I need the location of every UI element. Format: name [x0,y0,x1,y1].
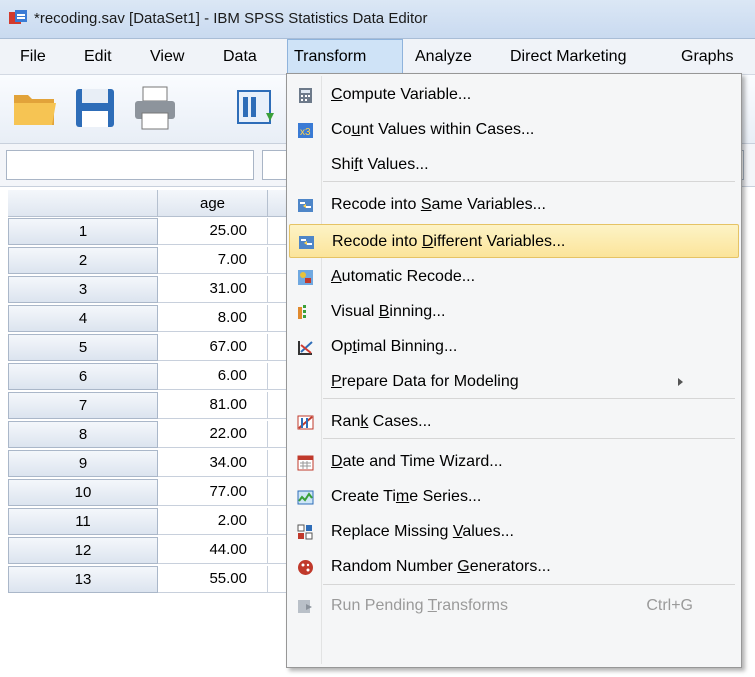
menu-data[interactable]: Data [217,39,263,74]
cell-age[interactable]: 67.00 [158,334,268,361]
window-title: *recoding.sav [DataSet1] - IBM SPSS Stat… [34,10,428,27]
menu-item-optimal-binning[interactable]: Optimal Binning... [289,330,739,364]
menu-item-label: Create Time Series... [331,488,482,505]
menu-item-rank-cases[interactable]: Rank Cases... [289,405,739,439]
cell-age[interactable]: 6.00 [158,363,268,390]
title-bar: *recoding.sav [DataSet1] - IBM SPSS Stat… [0,0,755,39]
row-header[interactable]: 3 [8,276,158,303]
shortcut-label: Ctrl+G [646,597,693,614]
row-header[interactable]: 12 [8,537,158,564]
print-icon[interactable] [130,83,180,133]
spss-app-icon [9,10,27,24]
cell-age[interactable]: 22.00 [158,421,268,448]
cell-age[interactable]: 8.00 [158,305,268,332]
replace-missing-icon [297,524,313,540]
menu-item-label: Date and Time Wizard... [331,453,503,470]
row-header[interactable]: 6 [8,363,158,390]
menu-item-label: Compute Variable... [331,86,472,103]
row-header[interactable]: 5 [8,334,158,361]
cell-age[interactable]: 55.00 [158,566,268,593]
row-header[interactable]: 2 [8,247,158,274]
menu-file[interactable]: File [14,39,52,74]
menu-item-shift-values[interactable]: Shift Values... [289,148,739,182]
count-icon: x3 [298,123,313,138]
menu-item-recode-different[interactable]: Recode into Different Variables... [289,224,739,258]
submenu-arrow-icon [678,378,683,386]
menu-item-label: Run Pending Transforms [331,597,508,614]
cell-age[interactable]: 81.00 [158,392,268,419]
menu-graphs[interactable]: Graphs [675,39,739,74]
menu-edit[interactable]: Edit [78,39,118,74]
menu-item-label: Automatic Recode... [331,268,476,285]
menu-item-replace-missing-values[interactable]: Replace Missing Values... [289,515,739,549]
menu-item-create-time-series[interactable]: Create Time Series... [289,480,739,514]
menu-item-label: Shift Values... [331,156,429,173]
row-header[interactable]: 10 [8,479,158,506]
rank-icon [297,415,314,430]
row-header-corner[interactable] [8,190,158,217]
menu-bar: File Edit View Data Transform Analyze Di… [0,39,755,75]
menu-transform[interactable]: Transform [287,39,403,74]
row-header[interactable]: 11 [8,508,158,535]
cell-age[interactable]: 7.00 [158,247,268,274]
cell-age[interactable]: 34.00 [158,450,268,477]
menu-view[interactable]: View [144,39,190,74]
menu-item-visual-binning[interactable]: Visual Binning... [289,295,739,329]
menu-item-label: Rank Cases... [331,413,432,430]
menu-item-label: Visual Binning... [331,303,446,320]
menu-separator [323,584,735,585]
cell-age[interactable]: 77.00 [158,479,268,506]
menu-item-label: Count Values within Cases... [331,121,535,138]
run-pending-icon [298,600,312,613]
cell-age[interactable]: 25.00 [158,218,268,245]
menu-item-label: Prepare Data for Modeling [331,373,519,390]
cell-reference-field[interactable] [6,150,254,180]
cell-age[interactable]: 44.00 [158,537,268,564]
row-header[interactable]: 9 [8,450,158,477]
dialog-recall-icon[interactable] [232,83,282,133]
menu-item-count-values[interactable]: x3 Count Values within Cases... [289,113,739,147]
menu-item-prepare-data-modeling[interactable]: Prepare Data for Modeling [289,365,739,399]
calculator-icon [299,88,312,103]
cell-age[interactable]: 2.00 [158,508,268,535]
menu-item-compute-variable[interactable]: Compute Variable... [289,78,739,112]
menu-item-label: Random Number Generators... [331,558,551,575]
time-series-icon [297,490,314,505]
row-header[interactable]: 4 [8,305,158,332]
row-header[interactable]: 1 [8,218,158,245]
automatic-recode-icon [298,270,313,285]
menu-direct-marketing[interactable]: Direct Marketing [504,39,632,74]
recode-icon [299,236,314,249]
recode-icon [298,199,313,212]
svg-text:x3: x3 [300,127,311,138]
row-header[interactable]: 7 [8,392,158,419]
row-header[interactable]: 8 [8,421,158,448]
optimal-binning-icon [298,341,313,355]
calendar-icon [297,455,314,471]
menu-analyze[interactable]: Analyze [409,39,478,74]
menu-item-run-pending-transforms[interactable]: Run Pending Transforms Ctrl+G [289,589,739,623]
menu-item-date-time-wizard[interactable]: Date and Time Wizard... [289,445,739,479]
column-header-age[interactable]: age [158,190,268,217]
menu-item-label: Optimal Binning... [331,338,458,355]
visual-binning-icon [298,305,306,319]
cell-age[interactable]: 31.00 [158,276,268,303]
menu-item-label: Recode into Same Variables... [331,196,546,213]
transform-menu: Compute Variable... x3 Count Values within… [286,73,742,668]
menu-item-automatic-recode[interactable]: Automatic Recode... [289,260,739,294]
row-header[interactable]: 13 [8,566,158,593]
menu-item-label: Recode into Different Variables... [332,233,566,250]
save-icon[interactable] [70,83,120,133]
menu-item-random-number-generators[interactable]: Random Number Generators... [289,550,739,584]
menu-item-recode-same[interactable]: Recode into Same Variables... [289,188,739,222]
dice-icon [298,560,313,575]
open-folder-icon[interactable] [10,83,60,133]
menu-item-label: Replace Missing Values... [331,523,514,540]
